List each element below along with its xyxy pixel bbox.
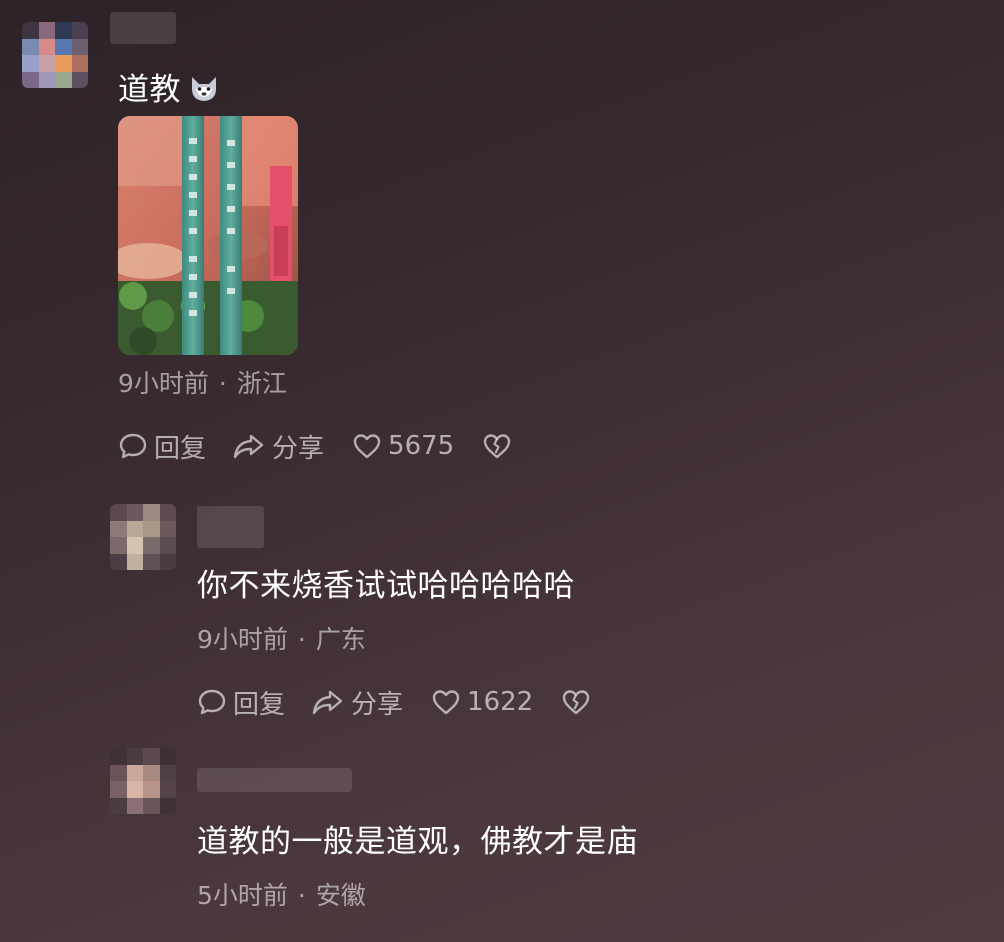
speech-bubble-icon [119,433,147,459]
comment-text: 道教 [118,70,219,110]
meta-separator: · [297,881,306,910]
dislike-button[interactable] [482,431,512,461]
comment-text: 你不来烧香试试哈哈哈哈哈 [197,568,575,604]
comment-text: 道教的一般是道观，佛教才是庙 [197,824,638,860]
heart-icon [432,690,460,715]
reply-label: 回复 [154,433,207,464]
comment-time: 9小时前 [118,369,209,398]
comment-photo[interactable] [118,116,298,355]
share-arrow-icon [312,690,343,715]
dislike-button[interactable] [561,687,591,717]
like-count: 1622 [467,687,534,717]
username-blurred[interactable] [197,506,264,548]
heart-icon [353,434,381,459]
username-blurred[interactable] [110,12,176,44]
avatar[interactable] [110,748,176,814]
comment-location: 安徽 [315,881,366,910]
comment-time: 9小时前 [197,625,288,654]
incense-sticks-photo [118,116,298,355]
broken-heart-icon [484,434,511,459]
avatar[interactable] [22,22,88,88]
wolf-face-icon [192,77,216,101]
reply-button[interactable]: 回复 [118,428,206,465]
comment-item: 你不来烧香试试哈哈哈哈哈 9小时前 · 广东 回复 分享 1622 [0,480,1004,740]
avatar[interactable] [110,504,176,570]
username-blurred[interactable] [197,768,352,792]
comment-item: 道教 9小时前 · 浙江 回复 分享 5675 [0,0,1004,480]
share-label: 分享 [351,689,404,720]
like-button[interactable]: 5675 [352,431,454,461]
share-label: 分享 [272,433,325,464]
share-button[interactable]: 分享 [311,684,403,721]
comment-actions: 回复 分享 5675 [118,428,512,464]
reply-button[interactable]: 回复 [197,684,285,721]
comment-meta: 5小时前 · 安徽 [197,880,366,912]
broken-heart-icon [563,690,590,715]
share-arrow-icon [233,434,264,459]
comment-time: 5小时前 [197,881,288,910]
speech-bubble-icon [198,689,226,715]
comment-meta: 9小时前 · 浙江 [118,368,287,400]
meta-separator: · [297,625,306,654]
like-count: 5675 [388,431,455,461]
comment-item: 道教的一般是道观，佛教才是庙 5小时前 · 安徽 [0,740,1004,942]
reply-label: 回复 [233,689,286,720]
like-button[interactable]: 1622 [431,687,533,717]
share-button[interactable]: 分享 [232,428,324,465]
comment-actions: 回复 分享 1622 [197,684,591,720]
comment-location: 浙江 [236,369,287,398]
comment-meta: 9小时前 · 广东 [197,624,366,656]
meta-separator: · [218,369,227,398]
comment-location: 广东 [315,625,366,654]
